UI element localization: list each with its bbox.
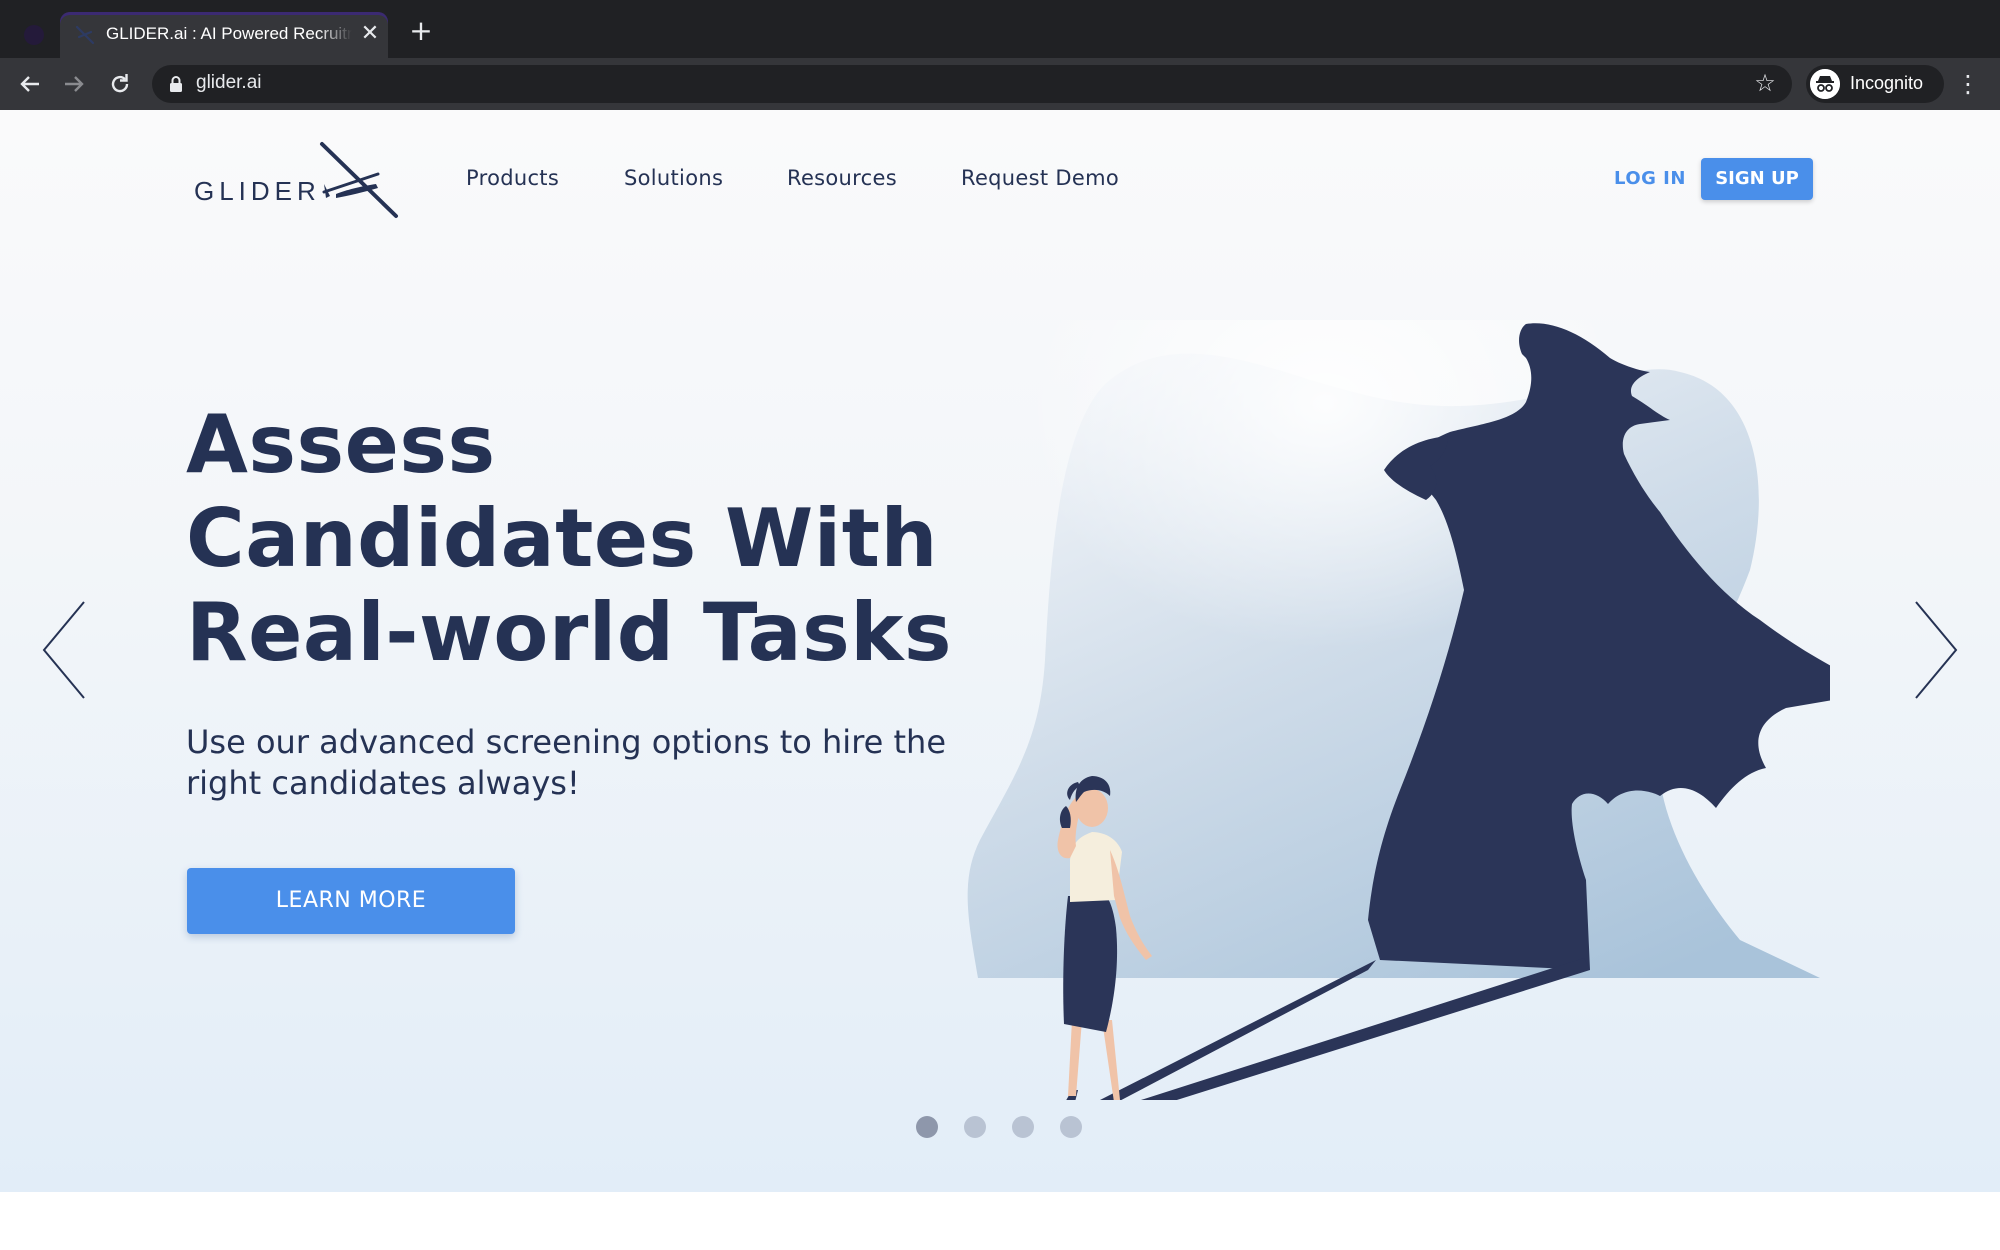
carousel-dot-2[interactable] <box>964 1116 986 1138</box>
new-tab-button[interactable]: + <box>408 17 434 45</box>
carousel-dot-4[interactable] <box>1060 1116 1082 1138</box>
kebab-menu-icon[interactable]: ⋮ <box>1956 68 1980 100</box>
tab-title: GLIDER.ai : AI Powered Recruitment <box>106 24 352 43</box>
carousel-next-arrow-icon[interactable] <box>1910 600 1960 700</box>
nav-solutions[interactable]: Solutions <box>624 166 723 190</box>
headline-line-1: Assess <box>186 398 496 491</box>
back-arrow-icon[interactable] <box>14 68 46 100</box>
nav-products[interactable]: Products <box>466 166 559 190</box>
signup-button[interactable]: SIGN UP <box>1701 158 1813 200</box>
subline-line-2: right candidates always! <box>186 764 580 802</box>
learn-more-button[interactable]: LEARN MORE <box>187 868 515 934</box>
browser-toolbar: glider.ai ☆ Incognito ⋮ <box>0 58 2000 110</box>
glider-logo[interactable]: GLIDER <box>190 140 400 220</box>
reload-icon[interactable] <box>104 68 136 100</box>
hero-headline: Assess Candidates With Real-world Tasks <box>186 398 1006 680</box>
tab-close-icon[interactable]: ✕ <box>358 22 382 46</box>
carousel-prev-arrow-icon[interactable] <box>40 600 90 700</box>
incognito-badge[interactable]: Incognito <box>1806 65 1944 103</box>
glider-favicon-icon <box>75 25 95 45</box>
hero-illustration <box>960 320 1830 1100</box>
hero-subline: Use our advanced screening options to hi… <box>186 722 946 804</box>
login-link[interactable]: LOG IN <box>1614 168 1686 189</box>
nav-resources[interactable]: Resources <box>787 166 897 190</box>
subline-line-1: Use our advanced screening options to hi… <box>186 723 947 761</box>
headline-line-3: Real-world Tasks <box>186 586 953 679</box>
carousel-dot-1[interactable] <box>916 1116 938 1138</box>
tab-group-indicator <box>24 25 44 45</box>
browser-tab-active[interactable]: GLIDER.ai : AI Powered Recruitment ✕ <box>60 12 388 58</box>
nav-request-demo[interactable]: Request Demo <box>961 166 1119 190</box>
bookmark-star-icon[interactable]: ☆ <box>1752 70 1778 96</box>
url-text[interactable]: glider.ai <box>196 72 262 94</box>
headline-line-2: Candidates With <box>186 492 938 585</box>
browser-tab-bar: GLIDER.ai : AI Powered Recruitment ✕ + <box>0 0 2000 58</box>
incognito-icon <box>1810 69 1840 99</box>
forward-arrow-icon[interactable] <box>58 68 90 100</box>
hero-section: GLIDER Products Solutions Resources Requ… <box>0 110 2000 1192</box>
carousel-dot-3[interactable] <box>1012 1116 1034 1138</box>
incognito-label: Incognito <box>1850 73 1924 93</box>
lock-icon <box>170 76 182 92</box>
logo-text: GLIDER <box>194 176 321 206</box>
glider-plane-icon <box>320 142 398 218</box>
carousel-dots <box>916 1116 1092 1138</box>
address-bar[interactable]: glider.ai ☆ <box>152 65 1792 103</box>
web-page: GLIDER Products Solutions Resources Requ… <box>0 110 2000 1250</box>
